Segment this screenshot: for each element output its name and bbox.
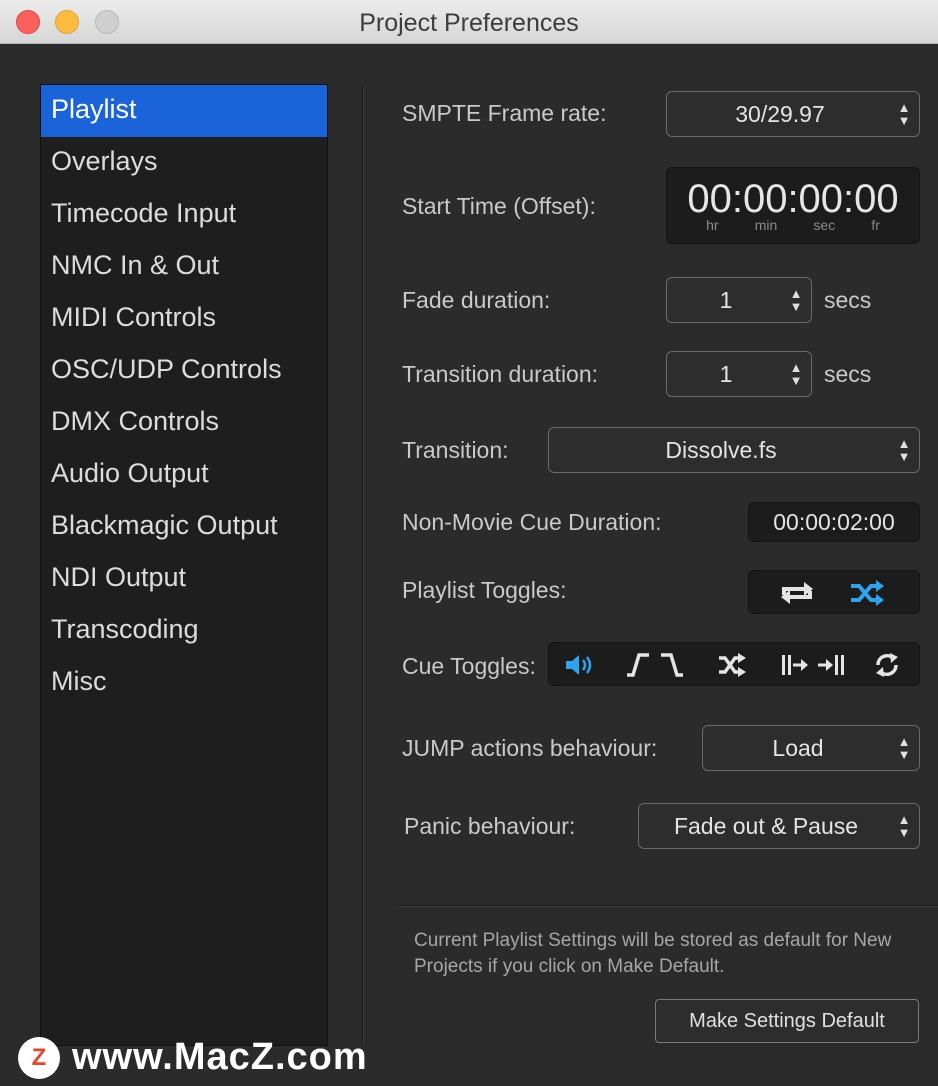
sidebar-item-nmc-in-out[interactable]: NMC In & Out [41,241,327,293]
stepper-arrows-icon[interactable]: ▲ ▼ [785,361,807,387]
sidebar-item-audio-output[interactable]: Audio Output [41,449,327,501]
smpte-value: 30/29.97 [735,100,825,127]
shuffle-icon[interactable] [845,577,889,609]
panic-behaviour-select[interactable]: Fade out & Pause ▲ ▼ [638,803,920,849]
sidebar-item-timecode-input[interactable]: Timecode Input [41,189,327,241]
transition-duration-label: Transition duration: [402,361,599,387]
fade-duration-label: Fade duration: [402,287,551,313]
transition-value: Dissolve.fs [665,436,777,463]
select-arrows-icon: ▲ ▼ [897,436,911,464]
loop-icon[interactable] [869,649,905,681]
start-time-value: 00:00:00:00 [687,176,899,221]
cue-toggles-group [548,642,920,686]
panic-behaviour-label: Panic behaviour: [404,813,576,839]
transition-duration-unit: secs [824,361,872,387]
transition-duration-stepper[interactable]: 1 ▲ ▼ [666,351,812,397]
title-bar: Project Preferences [0,0,938,44]
select-arrows-icon: ▲ ▼ [897,812,911,840]
panel-divider [362,84,364,1046]
shuffle-icon[interactable] [713,649,751,681]
fade-out-icon[interactable] [655,649,689,681]
transition-label: Transition: [402,437,509,463]
preferences-sidebar: Playlist Overlays Timecode Input NMC In … [40,84,328,1046]
window-title: Project Preferences [359,9,579,37]
start-time-timecode-field[interactable]: 00:00:00:00 hr min sec fr [666,167,920,244]
skip-in-icon[interactable] [777,649,813,681]
repeat-icon[interactable] [775,577,819,609]
sidebar-item-ndi-output[interactable]: NDI Output [41,553,327,605]
jump-behaviour-value: Load [772,734,824,761]
sidebar-item-midi-controls[interactable]: MIDI Controls [41,293,327,345]
non-movie-cue-duration-value: 00:00:02:00 [773,508,895,535]
macz-logo-icon: Z [18,1036,60,1079]
playlist-toggles-group [748,570,920,614]
smpte-frame-rate-select[interactable]: 30/29.97 ▲ ▼ [666,91,920,137]
tc-unit-hr: hr [706,216,719,233]
tc-unit-fr: fr [871,216,880,233]
jump-behaviour-select[interactable]: Load ▲ ▼ [702,725,920,771]
sidebar-item-blackmagic-output[interactable]: Blackmagic Output [41,501,327,553]
fade-unit: secs [824,287,872,313]
select-arrows-icon: ▲ ▼ [897,100,911,128]
tc-unit-sec: sec [813,216,836,233]
sidebar-item-dmx-controls[interactable]: DMX Controls [41,397,327,449]
smpte-label: SMPTE Frame rate: [402,100,607,126]
sidebar-item-playlist[interactable]: Playlist [41,85,327,137]
skip-out-icon[interactable] [813,649,849,681]
transition-duration-value: 1 [719,360,733,387]
sidebar-item-osc-udp-controls[interactable]: OSC/UDP Controls [41,345,327,397]
tc-unit-min: min [754,216,778,233]
sidebar-item-overlays[interactable]: Overlays [41,137,327,189]
cue-toggles-label: Cue Toggles: [402,653,536,679]
sidebar-item-transcoding[interactable]: Transcoding [41,605,327,657]
stepper-arrows-icon[interactable]: ▲ ▼ [785,287,807,313]
volume-icon[interactable] [561,649,597,681]
panic-behaviour-value: Fade out & Pause [673,812,859,839]
footer-divider [396,905,938,907]
transition-select[interactable]: Dissolve.fs ▲ ▼ [548,427,920,473]
jump-behaviour-label: JUMP actions behaviour: [402,735,658,761]
make-settings-default-button[interactable]: Make Settings Default [655,999,919,1043]
select-arrows-icon: ▲ ▼ [897,734,911,762]
fade-in-icon[interactable] [621,649,655,681]
watermark-text: www.MacZ.com [72,1036,368,1078]
non-movie-cue-duration-field[interactable]: 00:00:02:00 [748,502,920,542]
non-movie-cue-duration-label: Non-Movie Cue Duration: [402,509,662,535]
watermark: Z www.MacZ.com [18,1036,368,1079]
default-settings-note: Current Playlist Settings will be stored… [414,930,892,977]
fade-duration-stepper[interactable]: 1 ▲ ▼ [666,277,812,323]
playlist-toggles-label: Playlist Toggles: [402,577,567,603]
start-time-label: Start Time (Offset): [402,193,596,219]
sidebar-item-misc[interactable]: Misc [41,657,327,709]
fade-duration-value: 1 [719,286,733,313]
